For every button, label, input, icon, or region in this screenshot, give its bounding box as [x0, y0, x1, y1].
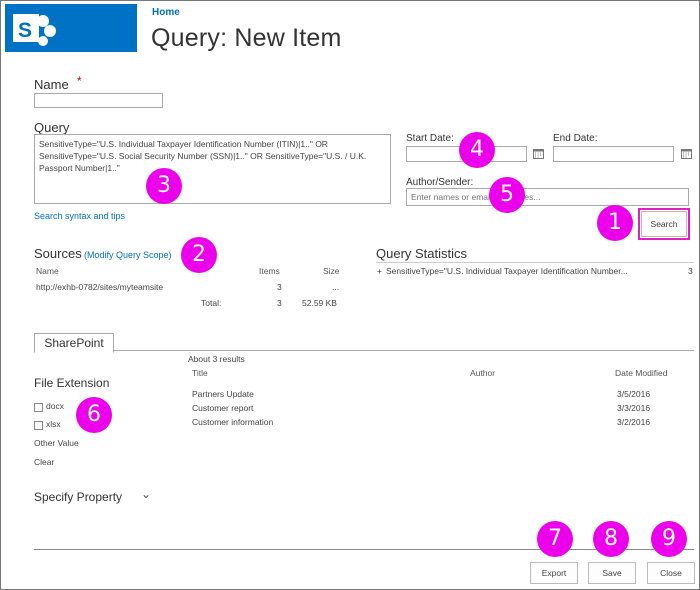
- close-button[interactable]: Close: [647, 562, 695, 584]
- tab-divider: [34, 350, 694, 351]
- author-label: Author/Sender:: [406, 177, 474, 188]
- callout-8: 8: [593, 521, 629, 557]
- query-statistics-title: Query Statistics: [376, 246, 468, 261]
- name-label: Name: [34, 77, 69, 92]
- sources-title: Sources: [34, 246, 82, 261]
- footer-divider: [34, 549, 694, 550]
- result-title-link[interactable]: Partners Update: [192, 389, 254, 399]
- sources-total-label: Total:: [201, 298, 222, 308]
- start-date-label: Start Date:: [406, 133, 454, 144]
- export-button[interactable]: Export: [530, 562, 578, 584]
- stats-row-count: 3: [688, 266, 693, 276]
- source-row-items: 3: [277, 282, 282, 292]
- query-textarea[interactable]: SensitiveType="U.S. Individual Taxpayer …: [34, 134, 391, 204]
- page-title: Query: New Item: [151, 24, 342, 52]
- callout-7: 7: [537, 521, 573, 557]
- results-summary: About 3 results: [188, 354, 245, 364]
- sources-col-size: Size: [323, 266, 340, 276]
- home-link[interactable]: Home: [152, 7, 180, 18]
- sharepoint-logo[interactable]: S: [5, 4, 137, 52]
- docx-label: docx: [46, 401, 64, 411]
- chevron-down-icon[interactable]: ⌄: [141, 487, 151, 501]
- result-title-link[interactable]: Customer information: [192, 417, 273, 427]
- sharepoint-logo-icon: S: [13, 14, 56, 46]
- sources-total-items: 3: [277, 298, 282, 308]
- sources-col-name: Name: [36, 266, 59, 276]
- specify-property-label[interactable]: Specify Property: [34, 490, 122, 504]
- search-button[interactable]: Search: [638, 208, 690, 240]
- required-mark: *: [77, 74, 82, 88]
- save-button[interactable]: Save: [588, 562, 636, 584]
- other-value-link[interactable]: Other Value: [34, 438, 79, 448]
- tab-sharepoint[interactable]: SharePoint: [34, 333, 114, 353]
- query-label: Query: [34, 120, 70, 135]
- end-date-input[interactable]: [553, 146, 674, 162]
- results-col-title: Title: [192, 368, 208, 378]
- results-col-date: Date Modified: [615, 368, 668, 378]
- sources-col-items: Items: [259, 266, 280, 276]
- callout-5: 5: [489, 177, 525, 213]
- author-input[interactable]: [406, 188, 689, 206]
- clear-link[interactable]: Clear: [34, 457, 54, 467]
- result-date: 3/2/2016: [617, 417, 651, 427]
- stats-row-text: SensitiveType="U.S. Individual Taxpayer …: [386, 266, 628, 276]
- results-col-author: Author: [470, 368, 496, 378]
- calendar-icon[interactable]: [533, 148, 544, 159]
- result-date: 3/3/2016: [617, 403, 651, 413]
- result-date: 3/5/2016: [617, 389, 651, 399]
- modify-query-scope-link[interactable]: (Modify Query Scope): [84, 250, 172, 260]
- stats-expand-icon[interactable]: +: [377, 266, 382, 276]
- xlsx-checkbox[interactable]: [34, 421, 43, 430]
- callout-1: 1: [597, 205, 633, 241]
- callout-4: 4: [459, 132, 495, 168]
- callout-6: 6: [76, 397, 112, 433]
- search-syntax-link[interactable]: Search syntax and tips: [34, 211, 125, 221]
- callout-3: 3: [146, 168, 182, 204]
- source-row-name: http://exhb-0782/sites/myteamsite: [36, 282, 164, 292]
- end-date-label: End Date:: [553, 133, 598, 144]
- docx-checkbox[interactable]: [34, 403, 43, 412]
- name-input[interactable]: [34, 93, 163, 108]
- xlsx-label: xlsx: [46, 419, 61, 429]
- result-title-link[interactable]: Customer report: [192, 403, 253, 413]
- callout-9: 9: [651, 521, 687, 557]
- file-extension-title: File Extension: [34, 376, 110, 390]
- callout-2: 2: [181, 237, 217, 273]
- calendar-icon[interactable]: [681, 148, 692, 159]
- svg-text:S: S: [18, 19, 32, 42]
- source-row-size[interactable]: ...: [332, 282, 339, 292]
- stats-divider: [376, 262, 694, 263]
- sources-total-size: 52.59 KB: [302, 298, 337, 308]
